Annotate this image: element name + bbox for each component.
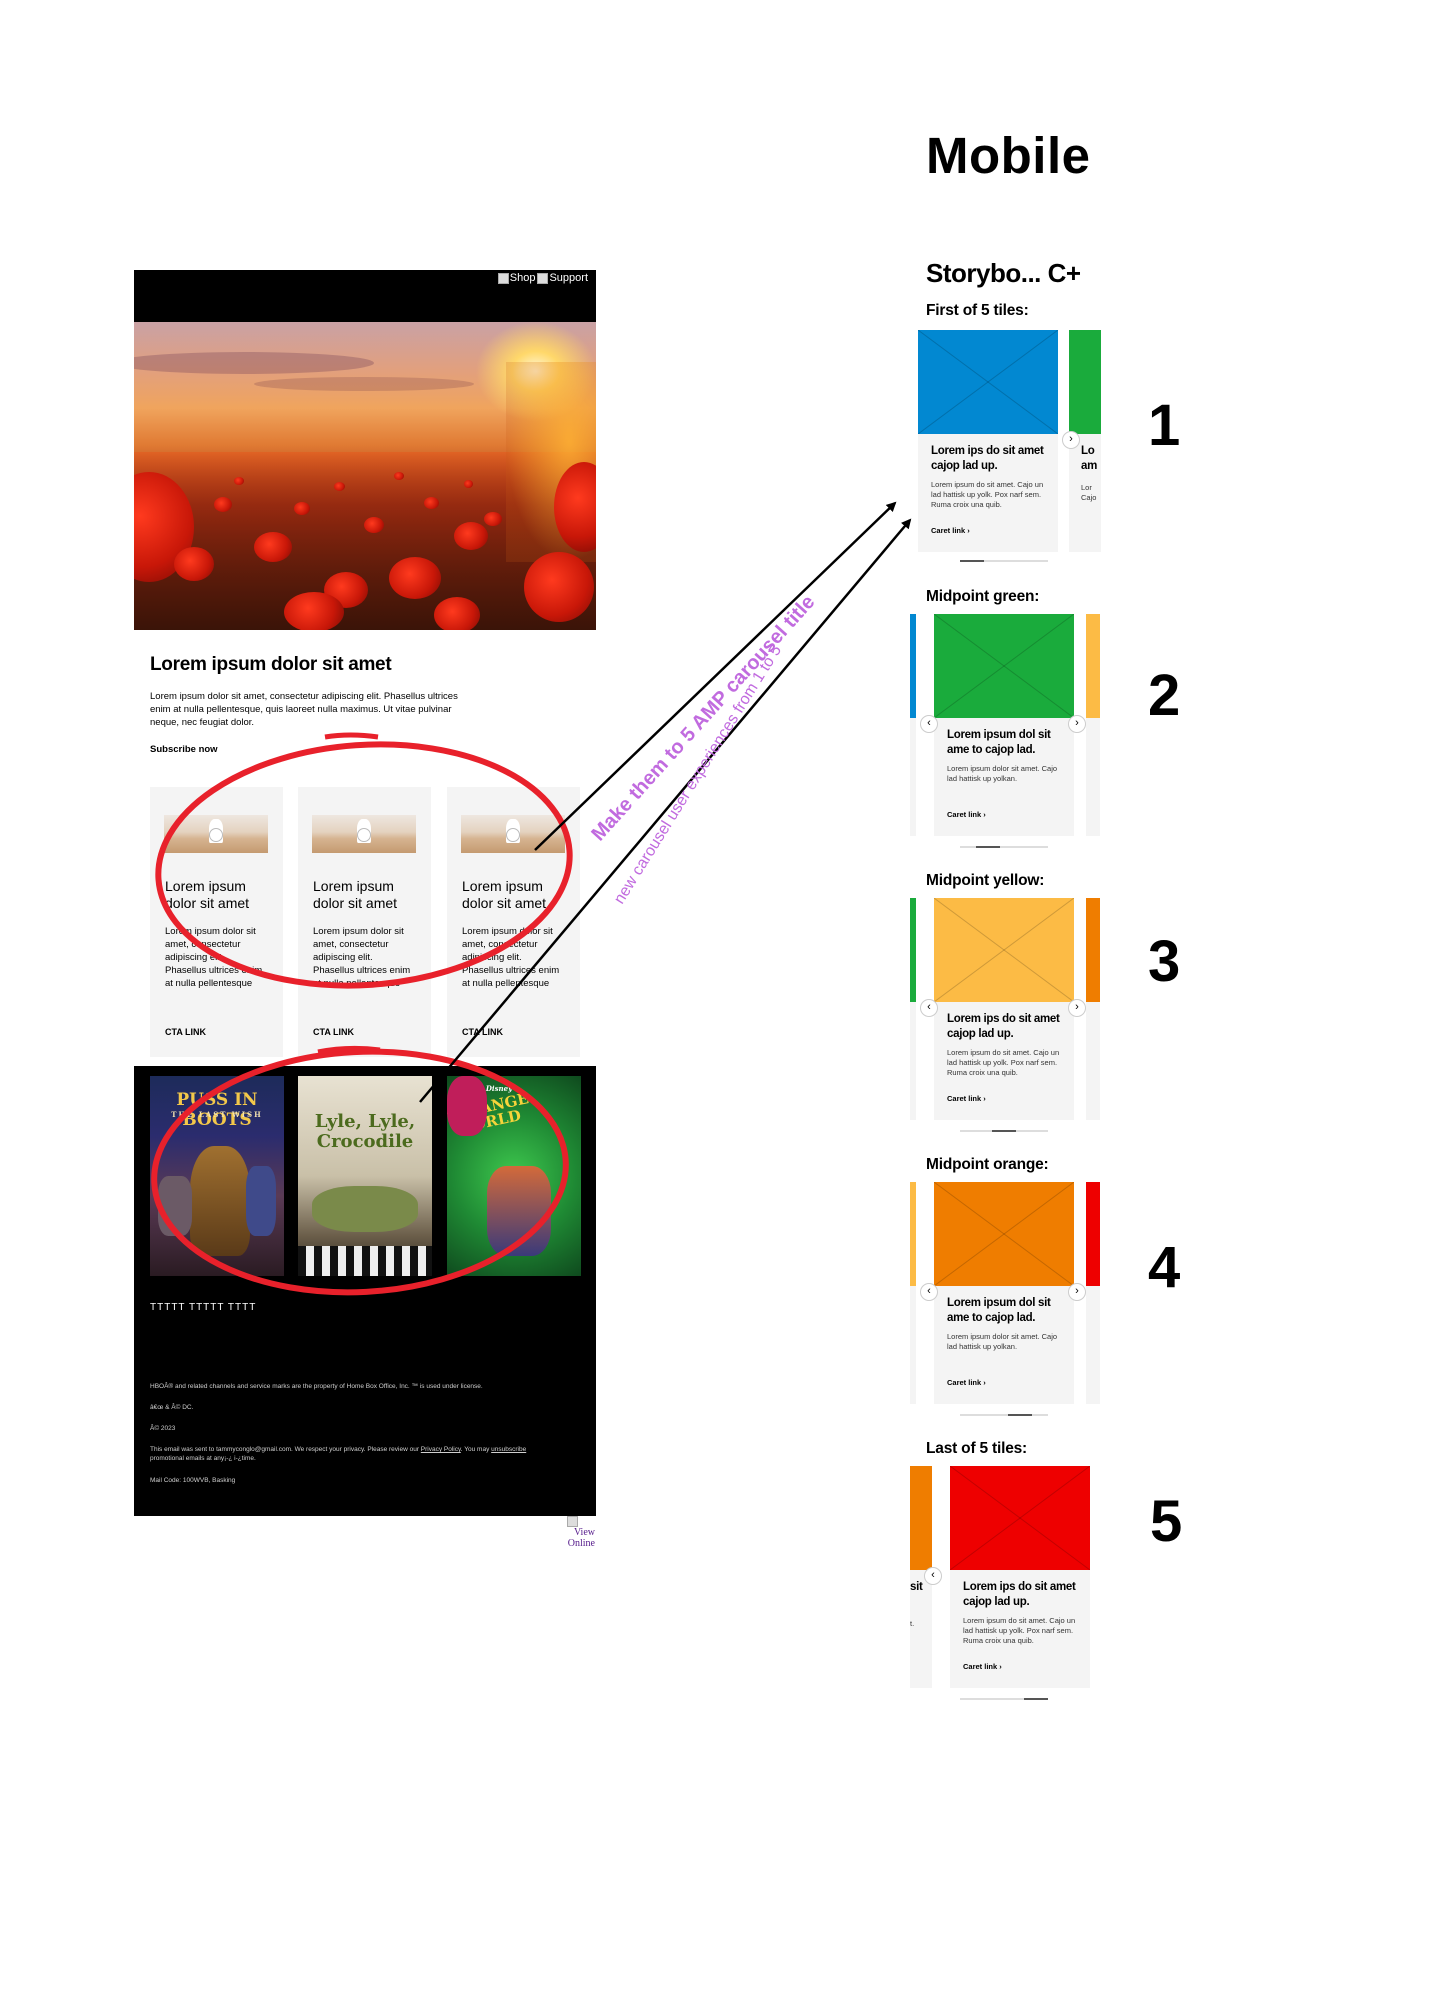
carousel-tile-yellow-peek[interactable] [910, 1182, 916, 1404]
caret-link[interactable]: Caret link › [947, 810, 986, 819]
pager-indicator [1024, 1698, 1048, 1700]
carousel-tile-red-peek[interactable] [1086, 1182, 1100, 1404]
tile-placeholder-image [910, 898, 916, 1002]
section-label-4: Midpoint orange: [926, 1156, 1049, 1173]
chevron-right-icon: › [999, 1662, 1002, 1671]
tile-placeholder-image [1086, 614, 1100, 718]
carousel-prev-button[interactable]: ‹ [920, 1283, 938, 1301]
caret-link[interactable]: Caret link › [947, 1094, 986, 1103]
carousel-tile-green[interactable]: Lorem ipsum dol sit ame to cajop lad. Lo… [934, 614, 1074, 836]
tile-body: Lorem ipsum do sit amet. Cajo un lad hat… [947, 1048, 1060, 1077]
chevron-right-icon: › [983, 1094, 986, 1103]
tile-placeholder-image [1086, 1182, 1100, 1286]
tile-body: Lorem ipsum do sit amet. Cajo un lad hat… [963, 1616, 1076, 1645]
carousel-strip-5: sit t. Lorem ips do sit amet cajop lad u… [910, 1466, 1100, 1688]
carousel-pager [960, 560, 1048, 562]
carousel-tile-orange[interactable]: Lorem ipsum dol sit ame to cajop lad. Lo… [934, 1182, 1074, 1404]
carousel-tile-blue[interactable]: Lorem ips do sit amet cajop lad up. Lore… [918, 330, 1058, 552]
tile-body: Lorem ipsum dolor sit amet. Cajo lad hat… [947, 764, 1058, 783]
step-number-3: 3 [1148, 929, 1181, 994]
carousel-strip-3: Lorem ips do sit amet cajop lad up. Lore… [910, 898, 1100, 1120]
chevron-right-icon: › [983, 810, 986, 819]
carousel-next-button[interactable]: › [1068, 715, 1086, 733]
section-label-2: Midpoint green: [926, 588, 1040, 605]
carousel-strip-4: Lorem ipsum dol sit ame to cajop lad. Lo… [910, 1182, 1100, 1404]
carousel-tile-red[interactable]: Lorem ips do sit amet cajop lad up. Lore… [950, 1466, 1090, 1688]
section-label-1: First of 5 tiles: [926, 302, 1029, 319]
caret-link-label: Caret link [947, 1094, 982, 1103]
tile-placeholder-image [918, 330, 1058, 434]
tile-placeholder-image [934, 614, 1074, 718]
carousel-pager [960, 846, 1048, 848]
tile-title: Lo am [1081, 445, 1098, 472]
red-stroke-accent [324, 732, 379, 740]
annotation-text-primary: Make them to 5 AMP carousel title [587, 591, 819, 845]
carousel-next-button[interactable]: › [1062, 431, 1080, 449]
storyboard-title: Storybo... C+ [926, 258, 1081, 288]
carousel-prev-button[interactable]: ‹ [920, 999, 938, 1017]
arrow-line [534, 501, 897, 851]
caret-link-label: Caret link [963, 1662, 998, 1671]
tile-title: Lorem ipsum dol sit ame to cajop lad. [947, 729, 1051, 756]
step-number-5: 5 [1150, 1489, 1183, 1554]
tile-body: Lor Cajo [1081, 483, 1097, 502]
step-number-4: 4 [1148, 1235, 1181, 1300]
caret-link-label: Caret link [947, 1378, 982, 1387]
annotation-overlay: Make them to 5 AMP carousel title new ca… [151, 501, 912, 1296]
step-number-2: 2 [1148, 663, 1181, 728]
chevron-right-icon: › [967, 526, 970, 535]
pager-indicator [992, 1130, 1016, 1132]
pager-indicator [960, 560, 984, 562]
pager-indicator [976, 846, 1000, 848]
caret-link-label: Caret link [931, 526, 966, 535]
tile-placeholder-image [910, 614, 916, 718]
carousel-tile-blue-peek[interactable] [910, 614, 916, 836]
carousel-tile-yellow-peek[interactable] [1086, 614, 1100, 836]
tile-placeholder-image [910, 1182, 916, 1286]
caret-link[interactable]: Caret link › [963, 1662, 1002, 1671]
tile-placeholder-image [910, 1466, 932, 1570]
tile-placeholder-image [1069, 330, 1101, 434]
tile-placeholder-image [1086, 898, 1100, 1002]
caret-link-label: Caret link [947, 810, 982, 819]
mobile-heading: Mobile [926, 127, 1091, 184]
carousel-tile-yellow[interactable]: Lorem ips do sit amet cajop lad up. Lore… [934, 898, 1074, 1120]
caret-link[interactable]: Caret link › [947, 1378, 986, 1387]
red-circle-annotation-cards [155, 741, 573, 989]
carousel-prev-button[interactable]: ‹ [920, 715, 938, 733]
section-label-3: Midpoint yellow: [926, 872, 1045, 889]
caret-link[interactable]: Caret link › [931, 526, 970, 535]
tile-body: Lorem ipsum dolor sit amet. Cajo lad hat… [947, 1332, 1058, 1351]
carousel-tile-orange-peek[interactable] [1086, 898, 1100, 1120]
tile-placeholder-image [934, 898, 1074, 1002]
carousel-pager [960, 1130, 1048, 1132]
chevron-right-icon: › [983, 1378, 986, 1387]
carousel-next-button[interactable]: › [1068, 1283, 1086, 1301]
tile-title: Lorem ipsum dol sit ame to cajop lad. [947, 1297, 1051, 1324]
tile-title: Lorem ips do sit amet cajop lad up. [963, 1581, 1076, 1608]
carousel-pager [960, 1698, 1048, 1700]
pager-indicator [1008, 1414, 1032, 1416]
tile-title: Lorem ips do sit amet cajop lad up. [947, 1013, 1060, 1040]
carousel-strip-1: Lorem ips do sit amet cajop lad up. Lore… [918, 330, 1101, 570]
step-number-1: 1 [1148, 393, 1181, 458]
red-circle-annotation-posters [151, 1048, 569, 1296]
carousel-prev-button[interactable]: ‹ [924, 1567, 942, 1585]
tile-body: Lorem ipsum do sit amet. Cajo un lad hat… [931, 480, 1044, 509]
carousel-tile-green-peek[interactable] [910, 898, 916, 1120]
carousel-strip-2: Lorem ipsum dol sit ame to cajop lad. Lo… [910, 614, 1100, 836]
carousel-next-button[interactable]: › [1068, 999, 1086, 1017]
section-label-5: Last of 5 tiles: [926, 1440, 1028, 1457]
tile-placeholder-image [934, 1182, 1074, 1286]
tile-title: Lorem ips do sit amet cajop lad up. [931, 445, 1044, 472]
carousel-pager [960, 1414, 1048, 1416]
tile-body: t. [910, 1619, 915, 1628]
tile-placeholder-image [950, 1466, 1090, 1570]
